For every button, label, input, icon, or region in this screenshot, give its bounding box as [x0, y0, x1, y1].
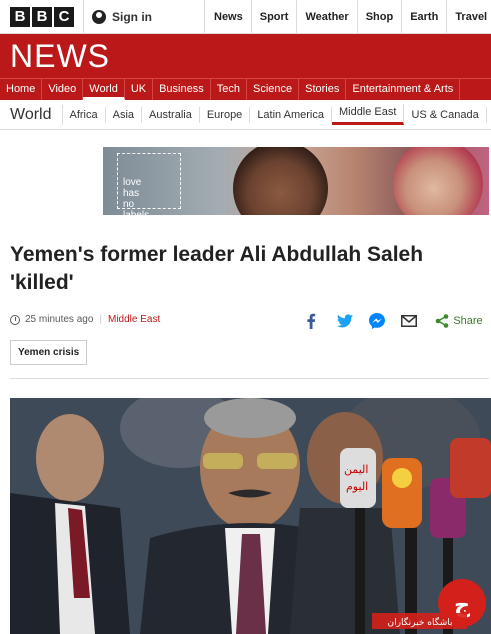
advertisement-banner[interactable]: love has no labels	[103, 147, 489, 215]
user-icon	[92, 10, 106, 24]
mic-label: اليوم	[346, 480, 368, 493]
ad-slogan-line: love	[123, 177, 142, 188]
section-nav-uk[interactable]: UK	[125, 79, 154, 100]
bbc-logo-letter: B	[32, 7, 52, 27]
sub-nav-latin-america[interactable]: Latin America	[250, 106, 332, 123]
news-masthead: NEWS Home Video World UK Business Tech S…	[0, 34, 491, 100]
section-nav-tech[interactable]: Tech	[211, 79, 247, 100]
sign-in-label: Sign in	[112, 10, 152, 24]
top-nav-sport[interactable]: Sport	[252, 0, 298, 34]
topic-tag[interactable]: Yemen crisis	[10, 340, 88, 365]
section-nav-world[interactable]: World	[83, 79, 125, 100]
top-nav-travel[interactable]: Travel	[447, 0, 491, 34]
article-main-photo: اليمن اليوم ج باشگاه خبرنگاران	[10, 398, 491, 634]
sub-nav-section-title[interactable]: World	[0, 104, 63, 125]
ad-slogan-line: no	[123, 199, 135, 210]
email-icon[interactable]	[400, 312, 418, 330]
section-nav-video[interactable]: Video	[42, 79, 84, 100]
section-nav: Home Video World UK Business Tech Scienc…	[0, 78, 491, 100]
share-button[interactable]: Share	[434, 312, 484, 330]
clock-icon	[10, 314, 20, 325]
ad-slogan-line: has	[123, 188, 140, 199]
section-nav-entertainment[interactable]: Entertainment & Arts	[346, 79, 461, 100]
sub-nav-africa[interactable]: Africa	[63, 106, 106, 123]
section-nav-science[interactable]: Science	[247, 79, 300, 100]
mic-label: اليمن	[344, 463, 368, 476]
top-nav-news[interactable]: News	[206, 0, 252, 34]
photo-illustration: اليمن اليوم ج باشگاه خبرنگاران	[10, 398, 491, 634]
bbc-logo-letter: C	[54, 7, 74, 27]
article-meta: 25 minutes ago | Middle East	[10, 314, 160, 325]
ad-slogan-line: labels	[123, 210, 180, 215]
divider	[10, 378, 489, 379]
ad-person-image	[393, 147, 483, 215]
messenger-icon[interactable]	[368, 312, 386, 330]
ad-slogan-box: love has no labels	[117, 153, 181, 215]
sub-nav-us-canada[interactable]: US & Canada	[404, 106, 487, 123]
ad-person-image	[233, 147, 328, 215]
sub-nav-australia[interactable]: Australia	[142, 106, 200, 123]
article-section-link[interactable]: Middle East	[108, 314, 160, 325]
facebook-icon[interactable]	[304, 312, 318, 330]
bbc-logo[interactable]: B B C	[10, 7, 74, 27]
world-sub-nav: World Africa Asia Australia Europe Latin…	[0, 100, 491, 130]
sub-nav-middle-east[interactable]: Middle East	[331, 104, 405, 125]
section-nav-business[interactable]: Business	[153, 79, 211, 100]
sign-in-link[interactable]: Sign in	[83, 0, 205, 34]
top-nav: News Sport Weather Shop Earth Travel	[206, 0, 491, 34]
top-nav-weather[interactable]: Weather	[297, 0, 358, 34]
twitter-icon[interactable]	[336, 312, 354, 330]
top-nav-earth[interactable]: Earth	[402, 0, 448, 34]
section-nav-stories[interactable]: Stories	[299, 79, 347, 100]
meta-separator: |	[99, 314, 102, 325]
share-tools: Share	[300, 312, 484, 330]
share-label: Share	[453, 315, 483, 327]
article-timestamp: 25 minutes ago	[25, 314, 94, 325]
sub-nav-asia[interactable]: Asia	[106, 106, 143, 123]
top-bar: B B C Sign in News Sport Weather Shop Ea…	[0, 0, 491, 34]
watermark-text: باشگاه خبرنگاران	[388, 616, 453, 628]
share-icon	[436, 314, 449, 328]
bbc-logo-letter: B	[10, 7, 30, 27]
news-logo[interactable]: NEWS	[10, 38, 110, 75]
section-nav-home[interactable]: Home	[0, 79, 43, 100]
top-nav-shop[interactable]: Shop	[358, 0, 403, 34]
article-headline: Yemen's former leader Ali Abdullah Saleh…	[10, 243, 424, 294]
sub-nav-europe[interactable]: Europe	[200, 106, 251, 123]
